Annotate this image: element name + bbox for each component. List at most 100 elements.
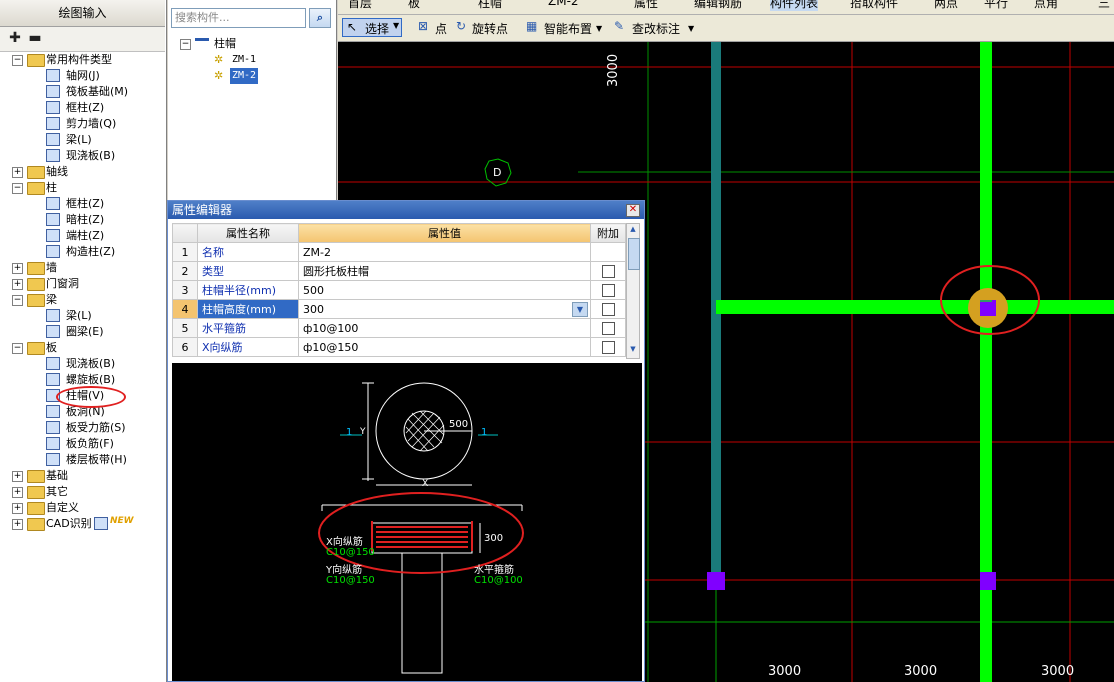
select-button[interactable]: ↖ 选择 ▼ [342, 18, 402, 37]
tree-item[interactable]: 现浇板(B) [0, 356, 165, 372]
list-item[interactable]: ZM-1 [232, 52, 256, 68]
tree-item[interactable]: 框柱(Z) [0, 100, 165, 116]
preview-svg [318, 382, 524, 674]
tree-item[interactable]: 楼层板带(H) [0, 452, 165, 468]
property-value[interactable]: 500 [298, 280, 591, 300]
tree-item[interactable]: 剪力墙(Q) [0, 116, 165, 132]
tree-folder[interactable]: + 自定义 [0, 500, 165, 516]
dropdown-icon[interactable]: ▼ [596, 24, 602, 33]
attach-checkbox[interactable] [601, 302, 615, 316]
list-item-selected[interactable]: ZM-2 [230, 68, 259, 84]
scrollbar[interactable]: ▲ ▼ [626, 223, 640, 359]
type-select[interactable]: 柱帽 [478, 0, 502, 11]
tree-folder[interactable]: + 基础 [0, 468, 165, 484]
tree-item[interactable]: 板受力筋(S) [0, 420, 165, 436]
property-row[interactable]: 6 X向纵筋 ф10@150 [172, 337, 626, 357]
component-list-button[interactable]: 构件列表 [770, 0, 819, 11]
tree-folder-label: 柱 [46, 181, 57, 194]
dropdown-icon[interactable]: ▼ [688, 24, 694, 33]
plus-icon[interactable]: ✚ [6, 30, 24, 46]
expand-icon[interactable]: + [12, 503, 23, 514]
point-button[interactable]: 点 [435, 20, 447, 37]
category-select[interactable]: 板 [408, 0, 420, 11]
tree-item[interactable]: 梁(L) [0, 132, 165, 148]
dropdown-icon[interactable]: ▼ [572, 302, 588, 317]
point-angle-button[interactable]: 点角 [1034, 0, 1058, 11]
property-value-text: ф10@150 [303, 340, 359, 354]
close-icon[interactable]: ✕ [626, 204, 640, 217]
tree-folder[interactable]: + 其它 [0, 484, 165, 500]
search-input[interactable]: 搜索构件... [171, 8, 306, 28]
property-row[interactable]: 4 柱帽高度(mm) 300 ▼ [172, 299, 626, 319]
edit-rebar-button[interactable]: 编辑钢筋 [694, 0, 742, 11]
property-row[interactable]: 5 水平箍筋 ф10@100 [172, 318, 626, 338]
tree-item-label: 板受力筋(S) [66, 421, 126, 434]
tree-item[interactable]: 板负筋(F) [0, 436, 165, 452]
property-row[interactable]: 2 类型 圆形托板柱帽 [172, 261, 626, 281]
rotate-point-icon: ↻ [456, 19, 467, 33]
expand-icon[interactable]: + [12, 487, 23, 498]
scroll-up-icon[interactable]: ▲ [628, 225, 638, 235]
property-value[interactable]: ф10@100 [298, 318, 591, 338]
component-icon [46, 309, 60, 322]
tree-folder[interactable]: + 门窗洞 [0, 276, 165, 292]
expand-icon[interactable]: + [12, 279, 23, 290]
edit-annotation-button[interactable]: 查改标注 [632, 20, 680, 37]
more-button[interactable]: 三 [1098, 0, 1110, 11]
component-icon [46, 453, 60, 466]
property-row[interactable]: 1 名称 ZM-2 [172, 242, 626, 262]
collapse-icon[interactable]: − [12, 295, 23, 306]
collapse-icon[interactable]: − [12, 343, 23, 354]
y-bar-value: C10@150 [326, 575, 375, 586]
minus-icon[interactable]: ▬ [26, 30, 44, 46]
expand-icon[interactable]: + [12, 263, 23, 274]
tree-item[interactable]: 框柱(Z) [0, 196, 165, 212]
expand-icon[interactable]: + [12, 471, 23, 482]
search-icon[interactable]: ⌕ [309, 8, 331, 28]
pick-component-button[interactable]: 拾取构件 [850, 0, 898, 11]
smart-layout-button[interactable]: 智能布置 [544, 20, 592, 37]
two-point-button[interactable]: 两点 [934, 0, 958, 11]
tree-folder[interactable]: + CAD识别 NEW [0, 516, 165, 532]
rotate-point-button[interactable]: 旋转点 [472, 20, 508, 37]
tree-folder[interactable]: − 常用构件类型 [0, 52, 165, 68]
attach-checkbox[interactable] [601, 264, 615, 278]
attach-checkbox[interactable] [601, 340, 615, 354]
attach-checkbox[interactable] [601, 283, 615, 297]
property-row[interactable]: 3 柱帽半径(mm) 500 [172, 280, 626, 300]
tree-item-label: 端柱(Z) [66, 229, 105, 242]
expand-icon[interactable]: + [12, 167, 23, 178]
scroll-down-icon[interactable]: ▼ [628, 345, 638, 355]
tree-item[interactable]: 圈梁(E) [0, 324, 165, 340]
tree-item[interactable]: 轴网(J) [0, 68, 165, 84]
tree-item[interactable]: 端柱(Z) [0, 228, 165, 244]
attach-checkbox[interactable] [601, 321, 615, 335]
tree-folder[interactable]: + 轴线 [0, 164, 165, 180]
property-editor-title: 属性编辑器 [168, 201, 644, 219]
collapse-icon[interactable]: − [12, 183, 23, 194]
collapse-icon[interactable]: − [12, 55, 23, 66]
properties-button[interactable]: 属性 [634, 0, 658, 11]
tree-folder[interactable]: − 柱 [0, 180, 165, 196]
scroll-thumb[interactable] [628, 238, 640, 270]
tree-folder[interactable]: − 梁 [0, 292, 165, 308]
row-number: 4 [172, 299, 198, 319]
component-icon [46, 373, 60, 386]
tree-item[interactable]: 梁(L) [0, 308, 165, 324]
floor-select[interactable]: 首层 [348, 0, 372, 11]
tree-folder[interactable]: + 墙 [0, 260, 165, 276]
property-value[interactable]: ZM-2 [298, 242, 591, 262]
property-value[interactable]: 300 ▼ [298, 299, 591, 319]
parallel-button[interactable]: 平行 [984, 0, 1008, 11]
tree-item[interactable]: 暗柱(Z) [0, 212, 165, 228]
tree-item[interactable]: 现浇板(B) [0, 148, 165, 164]
tree-folder[interactable]: − 板 [0, 340, 165, 356]
expand-icon[interactable]: + [12, 519, 23, 530]
property-value[interactable]: ф10@150 [298, 337, 591, 357]
name-select[interactable]: ZM-2 [548, 0, 579, 8]
property-value[interactable]: 圆形托板柱帽 [298, 261, 591, 281]
tree-item[interactable]: 筏板基础(M) [0, 84, 165, 100]
row-number: 1 [172, 242, 198, 262]
collapse-icon[interactable]: − [180, 39, 191, 50]
tree-item[interactable]: 构造柱(Z) [0, 244, 165, 260]
